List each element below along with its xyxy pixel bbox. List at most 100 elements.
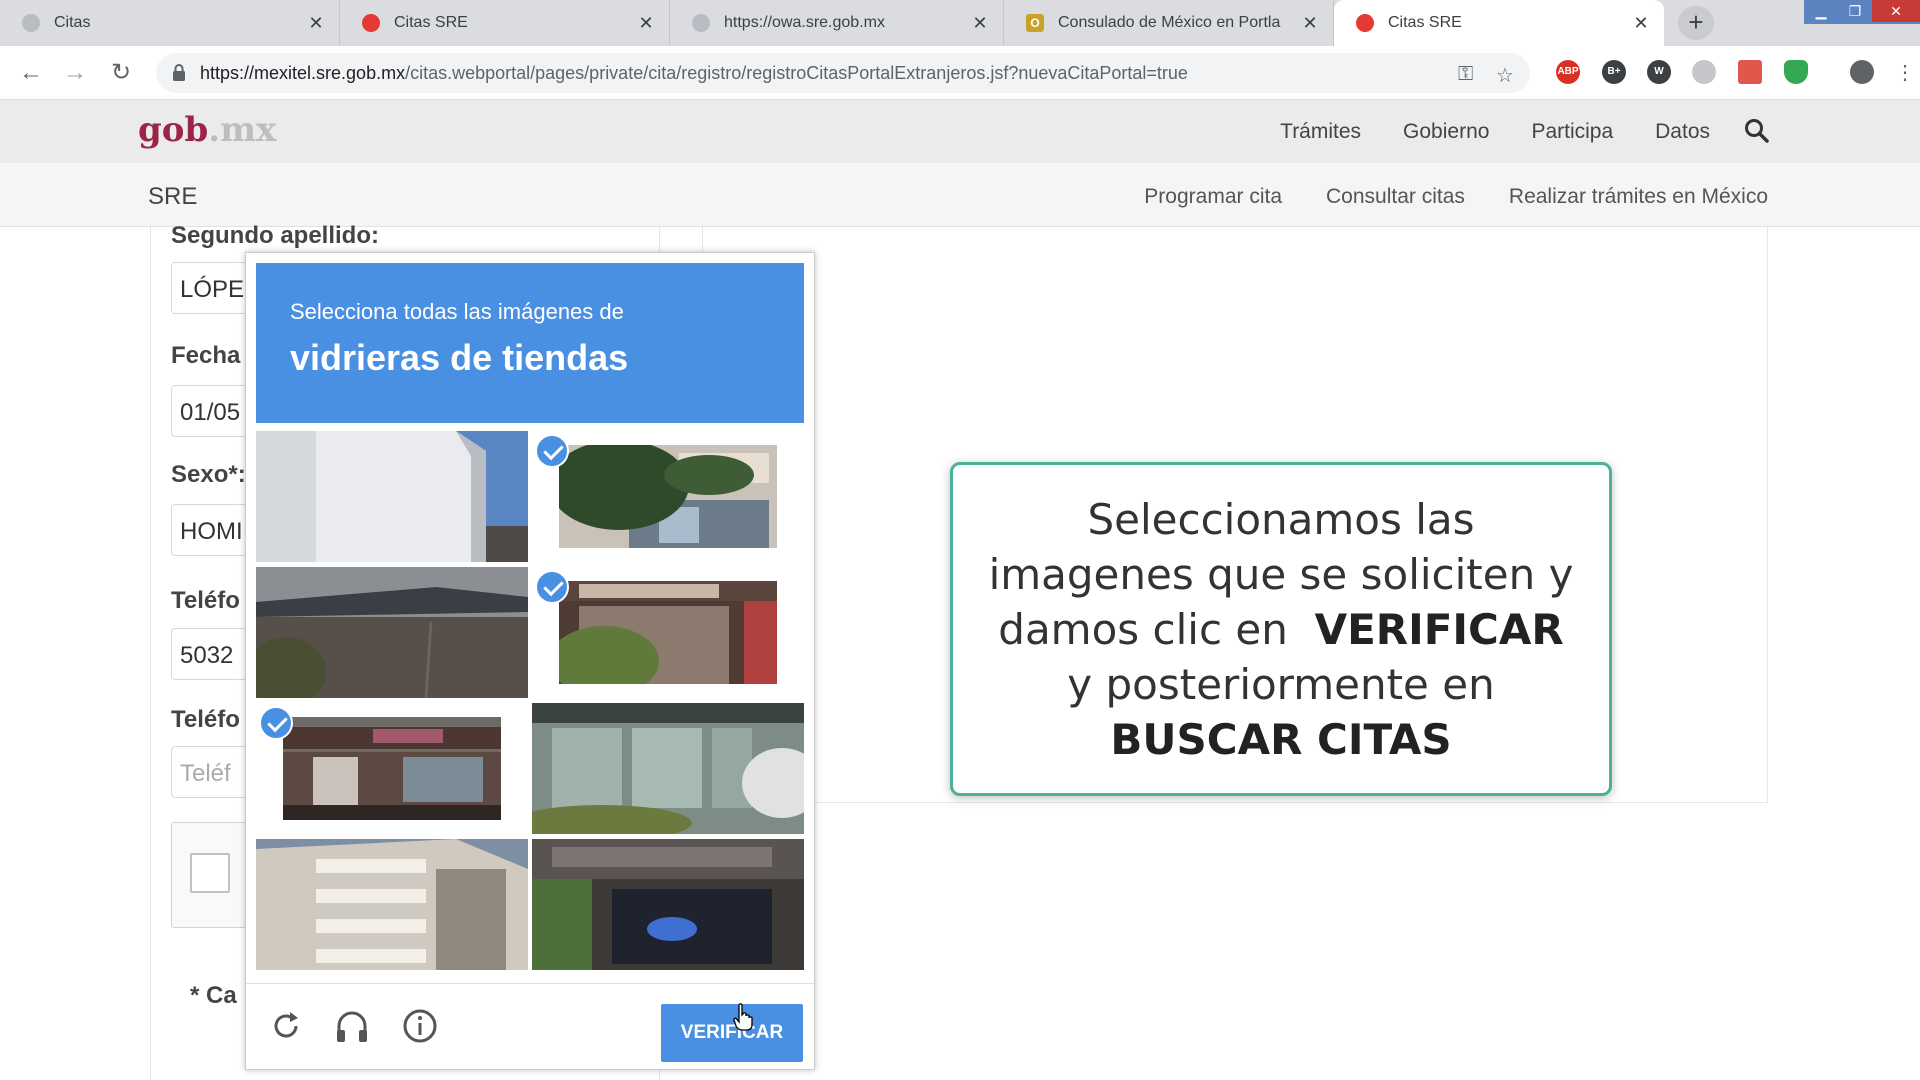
adblock-plus-icon[interactable]: ABP <box>1556 60 1580 84</box>
search-icon[interactable] <box>1744 118 1770 144</box>
captcha-image-grid <box>256 431 804 971</box>
captcha-tile[interactable] <box>256 839 528 970</box>
close-icon[interactable]: ✕ <box>971 13 989 34</box>
image-glass-wall-car <box>532 703 804 834</box>
gob-header: gob.mx Trámites Gobierno Participa Datos <box>0 100 1920 163</box>
browser-toolbar: ← → ↻ https://mexitel.sre.gob.mx/citas.w… <box>0 46 1920 100</box>
check-icon <box>535 570 569 604</box>
captcha-instruction: Selecciona todas las imágenes de <box>290 299 624 324</box>
tab-title: Consulado de México en Portla <box>1058 14 1281 31</box>
callout-line: damos clic en <box>998 604 1288 654</box>
sre-favicon-icon <box>1356 14 1374 32</box>
input-placeholder: Teléf <box>180 760 231 787</box>
telefono-label: Teléfo <box>171 587 240 614</box>
headphones-icon[interactable] <box>332 1006 372 1046</box>
lock-icon <box>173 64 185 81</box>
image-dark-building <box>256 567 528 698</box>
forward-arrow-icon[interactable]: → <box>60 58 90 88</box>
input-value: 5032 <box>180 642 234 669</box>
extension-circle-icon[interactable] <box>1692 60 1716 84</box>
segundo-apellido-label: Segundo apellido: <box>171 222 379 249</box>
captcha-tile-selected[interactable] <box>256 703 528 834</box>
image-white-wall <box>256 431 528 562</box>
captcha-tile-selected[interactable] <box>532 567 804 698</box>
section-links: Programar cita Consultar citas Realizar … <box>1100 185 1768 209</box>
close-icon[interactable]: ✕ <box>307 13 325 34</box>
link-programar-cita[interactable]: Programar cita <box>1144 185 1282 209</box>
section-title[interactable]: SRE <box>148 183 197 211</box>
close-icon[interactable]: ✕ <box>1632 13 1650 34</box>
reload-icon[interactable]: ↻ <box>106 58 136 88</box>
tab-citas-sre-active[interactable]: Citas SRE ✕ <box>1334 0 1664 46</box>
sre-favicon-icon <box>362 14 380 32</box>
link-realizar-tramites[interactable]: Realizar trámites en México <box>1509 185 1768 209</box>
back-arrow-icon[interactable]: ← <box>16 58 46 88</box>
menu-dots-icon[interactable]: ⋮ <box>1890 58 1920 88</box>
tab-consulado[interactable]: O Consulado de México en Portla ✕ <box>1004 0 1334 46</box>
tab-citas-sre-1[interactable]: Citas SRE ✕ <box>340 0 670 46</box>
captcha-challenge: Selecciona todas las imágenes de vidrier… <box>245 252 815 1070</box>
account-icon[interactable] <box>1850 60 1874 84</box>
input-value: HOMI <box>180 518 243 545</box>
browser-tab-strip: Citas ✕ Citas SRE ✕ https://owa.sre.gob.… <box>0 0 1920 46</box>
menu-gobierno[interactable]: Gobierno <box>1403 120 1489 144</box>
globe-icon <box>22 14 40 32</box>
close-icon[interactable]: ✕ <box>637 13 655 34</box>
close-icon[interactable]: ✕ <box>1301 13 1319 34</box>
callout-line: imagenes que se soliciten y <box>988 549 1574 599</box>
captcha-tile[interactable] <box>532 839 804 970</box>
callout-buscar-citas: BUSCAR CITAS <box>1110 714 1452 764</box>
tab-title: https://owa.sre.gob.mx <box>724 14 885 31</box>
menu-participa[interactable]: Participa <box>1531 120 1613 144</box>
minimize-icon[interactable]: ▁ <box>1804 0 1838 22</box>
captcha-tile[interactable] <box>256 431 528 562</box>
pdf-extension-icon[interactable] <box>1738 60 1762 84</box>
url-host: https://mexitel.sre.gob.mx <box>200 63 406 83</box>
window-controls: ▁ ❐ ✕ <box>1804 0 1920 24</box>
key-icon[interactable]: ⚿ <box>1458 63 1473 86</box>
captcha-header: Selecciona todas las imágenes de vidrier… <box>256 263 804 423</box>
tab-citas[interactable]: Citas ✕ <box>0 0 340 46</box>
tab-title: Citas <box>54 14 91 31</box>
callout-line: Seleccionamos las <box>1087 494 1475 544</box>
check-icon <box>259 706 293 740</box>
gob-logo[interactable]: gob.mx <box>138 110 276 150</box>
logo-mx: .mx <box>208 110 277 150</box>
extension-w-icon[interactable]: W <box>1647 60 1671 84</box>
reload-icon[interactable] <box>266 1006 306 1046</box>
url-path: /citas.webportal/pages/private/cita/regi… <box>405 63 1188 83</box>
instruction-callout: Seleccionamos las imagenes que se solici… <box>950 462 1612 796</box>
captcha-tile[interactable] <box>256 567 528 698</box>
captcha-tile-selected[interactable] <box>532 431 804 562</box>
recaptcha-checkbox[interactable] <box>190 853 230 893</box>
menu-tramites[interactable]: Trámites <box>1280 120 1361 144</box>
window-close-icon[interactable]: ✕ <box>1872 0 1920 22</box>
address-bar[interactable]: https://mexitel.sre.gob.mx/citas.webport… <box>156 53 1530 93</box>
callout-line: y posteriormente en <box>1067 659 1495 709</box>
link-consultar-citas[interactable]: Consultar citas <box>1326 185 1465 209</box>
captcha-tile[interactable] <box>532 703 804 834</box>
captcha-object: vidrieras de tiendas <box>290 337 629 378</box>
new-tab-button[interactable]: + <box>1678 6 1714 40</box>
required-footnote: * Ca <box>190 982 237 1009</box>
sre-subheader: SRE Programar cita Consultar citas Reali… <box>0 163 1920 227</box>
image-korean-sign-shop <box>532 839 804 970</box>
image-balcony-building <box>256 839 528 970</box>
image-tree-storefront <box>559 445 777 548</box>
input-value: 01/05 <box>180 399 241 426</box>
star-icon[interactable]: ☆ <box>1496 63 1514 88</box>
check-icon <box>535 434 569 468</box>
menu-datos[interactable]: Datos <box>1655 120 1710 144</box>
verify-button[interactable]: VERIFICAR <box>661 1004 803 1062</box>
tab-title: Citas SRE <box>394 14 468 31</box>
globe-icon <box>692 14 710 32</box>
main-menu: Trámites Gobierno Participa Datos <box>1238 120 1710 144</box>
extension-b-plus-icon[interactable]: B+ <box>1602 60 1626 84</box>
shield-icon[interactable] <box>1784 60 1808 84</box>
info-icon[interactable] <box>400 1006 440 1046</box>
restore-icon[interactable]: ❐ <box>1838 0 1872 22</box>
logo-gob: gob <box>138 110 209 150</box>
url-text: https://mexitel.sre.gob.mx/citas.webport… <box>200 63 1188 84</box>
tab-owa[interactable]: https://owa.sre.gob.mx ✕ <box>670 0 1004 46</box>
fecha-label: Fecha <box>171 342 241 369</box>
